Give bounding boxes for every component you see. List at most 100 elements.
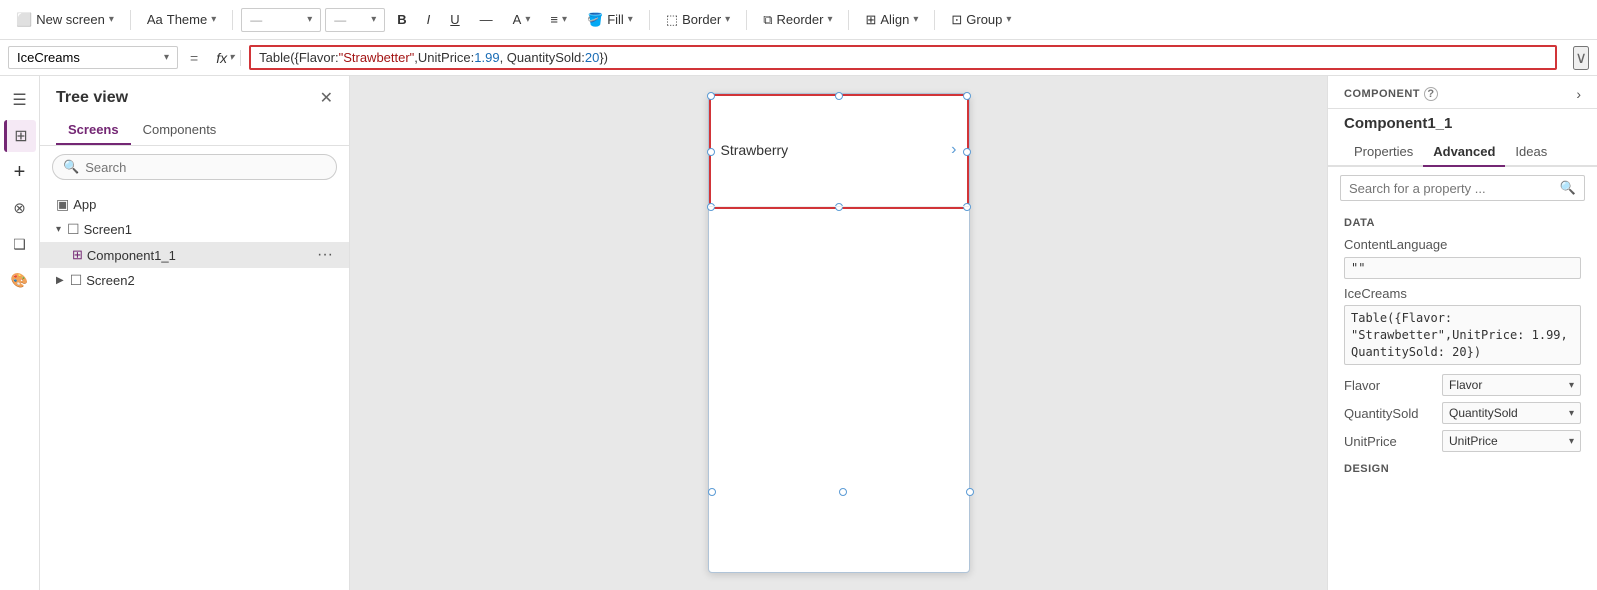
component-help-icon[interactable]: ? (1424, 87, 1438, 101)
toolbar-separator-2 (232, 10, 233, 30)
align-button[interactable]: ≡ ▾ (542, 8, 575, 31)
component1-more-icon[interactable]: ··· (317, 246, 333, 264)
phone-handle-bl[interactable] (708, 488, 716, 496)
bold-label: B (397, 12, 406, 27)
new-screen-label: New screen (36, 12, 105, 27)
toolbar-separator-1 (130, 10, 131, 30)
phone-handle-br2[interactable] (966, 488, 974, 496)
formula-input[interactable]: Table({Flavor: "Strawbetter",UnitPrice: … (249, 45, 1557, 70)
font-color-button[interactable]: A ▾ (505, 8, 539, 31)
quantity-chevron-icon: ▾ (1569, 408, 1574, 419)
canvas-item-chevron-icon: › (951, 141, 956, 159)
tab-screens[interactable]: Screens (56, 116, 131, 145)
screen1-icon: ☐ (67, 221, 80, 238)
underline-button[interactable]: U (442, 8, 467, 31)
main-layout: ☰ ⊞ + ⊗ ❑ 🎨 Tree view ✕ Screens Componen… (0, 76, 1597, 590)
data-button[interactable]: ⊗ (4, 192, 36, 224)
tree-item-screen2[interactable]: ▶ ☐ Screen2 (40, 268, 349, 293)
theme-button-left[interactable]: 🎨 (4, 264, 36, 296)
right-panel-header: COMPONENT ? › (1328, 76, 1597, 109)
content-language-value[interactable]: "" (1344, 257, 1581, 279)
canvas-list-item[interactable]: Strawberry › (709, 94, 969, 207)
quantity-select[interactable]: QuantitySold ▾ (1442, 402, 1581, 424)
component-label-text: COMPONENT (1344, 88, 1420, 100)
tree-item-screen1[interactable]: ▾ ☐ Screen1 (40, 217, 349, 242)
reorder-button[interactable]: ⧉ Reorder ▾ (755, 8, 840, 32)
components-button[interactable]: ❑ (4, 228, 36, 260)
italic-button[interactable]: I (419, 8, 439, 31)
toolbar-dropdown-2[interactable]: — ▾ (325, 8, 385, 32)
tree-panel: Tree view ✕ Screens Components 🔍 ▣ App ▾ (40, 76, 350, 590)
tab-advanced[interactable]: Advanced (1423, 138, 1505, 167)
unit-price-label: UnitPrice (1344, 434, 1434, 449)
toolbar-separator-3 (649, 10, 650, 30)
tree-search-box[interactable]: 🔍 (52, 154, 337, 180)
italic-label: I (427, 12, 431, 27)
align-icon: ≡ (550, 12, 558, 27)
new-screen-button[interactable]: ⬜ New screen ▾ (8, 8, 122, 32)
tree-item-label-screen2: Screen2 (86, 273, 333, 288)
unit-price-chevron-icon: ▾ (1569, 436, 1574, 447)
flavor-value: Flavor (1449, 378, 1482, 392)
theme-icon: Aa (147, 12, 163, 27)
formula-plain-1: Table({Flavor: (259, 50, 338, 65)
toolbar-dropdown-1[interactable]: — ▾ (241, 8, 321, 32)
flavor-select[interactable]: Flavor ▾ (1442, 374, 1581, 396)
fx-button[interactable]: fx ▾ (210, 50, 241, 66)
tree-item-app[interactable]: ▣ App (40, 192, 349, 217)
bold-button[interactable]: B (389, 8, 414, 31)
canvas-area[interactable]: Strawberry › (350, 76, 1327, 590)
tree-item-label-screen1: Screen1 (84, 222, 333, 237)
app-icon: ▣ (56, 196, 69, 213)
border-button[interactable]: ⬚ Border ▾ (658, 8, 738, 32)
search-property-icon: 🔍 (1560, 180, 1576, 196)
theme-button[interactable]: Aa Theme ▾ (139, 8, 224, 31)
add-button[interactable]: + (4, 156, 36, 188)
fill-button[interactable]: 🪣 Fill ▾ (579, 8, 641, 32)
search-property-input[interactable] (1349, 181, 1554, 196)
component-label: COMPONENT ? (1344, 87, 1438, 101)
name-box[interactable]: IceCreams ▾ (8, 46, 178, 69)
reorder-label: Reorder (776, 12, 823, 27)
fill-chevron-icon: ▾ (628, 14, 633, 25)
group-button[interactable]: ⊡ Group ▾ (943, 8, 1019, 32)
toolbar-separator-6 (934, 10, 935, 30)
tree-item-component1[interactable]: ⊞ Component1_1 ··· (40, 242, 349, 268)
align2-button[interactable]: ⊞ Align ▾ (857, 8, 926, 32)
layers-button[interactable]: ⊞ (4, 120, 36, 152)
unit-price-value: UnitPrice (1449, 434, 1498, 448)
strikethrough-icon: — (480, 12, 493, 27)
tab-properties[interactable]: Properties (1344, 138, 1423, 167)
tab-ideas[interactable]: Ideas (1505, 138, 1557, 167)
font-color-chevron-icon: ▾ (525, 14, 530, 25)
hamburger-button[interactable]: ☰ (4, 84, 36, 116)
border-label: Border (682, 12, 721, 27)
screen2-icon: ☐ (70, 272, 83, 289)
flavor-row: Flavor Flavor ▾ (1328, 371, 1597, 399)
tree-items: ▣ App ▾ ☐ Screen1 ⊞ Component1_1 ··· ▶ ☐… (40, 188, 349, 297)
formula-number-1: 1.99 (474, 50, 499, 65)
search-property-box[interactable]: 🔍 (1340, 175, 1585, 201)
equals-sign: = (186, 50, 202, 66)
unit-price-select[interactable]: UnitPrice ▾ (1442, 430, 1581, 452)
content-language-row: "" (1328, 254, 1597, 282)
tree-close-button[interactable]: ✕ (320, 88, 333, 108)
right-panel: COMPONENT ? › Component1_1 Properties Ad… (1327, 76, 1597, 590)
flavor-label: Flavor (1344, 378, 1434, 393)
right-panel-expand-button[interactable]: › (1576, 86, 1581, 102)
tab-components[interactable]: Components (131, 116, 229, 145)
tree-title: Tree view (56, 89, 128, 107)
search-icon: 🔍 (63, 159, 79, 175)
search-input[interactable] (85, 160, 326, 175)
underline-label: U (450, 12, 459, 27)
strikethrough-button[interactable]: — (472, 8, 501, 31)
data-section-label: DATA (1328, 209, 1597, 233)
phone-handle-bc[interactable] (839, 488, 847, 496)
dropdown1-chevron-icon: ▾ (307, 14, 312, 25)
formula-plain-4: }) (599, 50, 608, 65)
reorder-chevron-icon: ▾ (827, 14, 832, 25)
ice-creams-value[interactable]: Table({Flavor: "Strawbetter",UnitPrice: … (1344, 305, 1581, 365)
screen2-expand-icon: ▶ (56, 275, 64, 286)
formula-expand-button[interactable]: ∨ (1573, 46, 1589, 70)
toolbar-separator-5 (848, 10, 849, 30)
